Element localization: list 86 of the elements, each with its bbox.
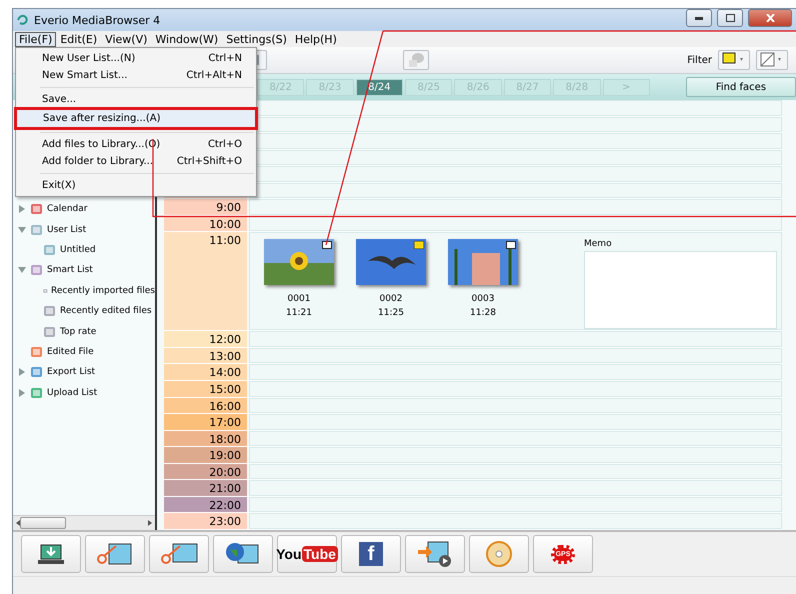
- hour-label: 15:00: [164, 381, 247, 397]
- hour-label: 13:00: [164, 348, 247, 364]
- edit-video-button[interactable]: [85, 535, 145, 573]
- maximize-button[interactable]: [717, 9, 743, 27]
- slash-frame-icon: [760, 52, 784, 68]
- tree-item[interactable]: Recently imported files: [13, 280, 155, 301]
- shortcut-label: Ctrl+Alt+N: [186, 70, 242, 81]
- clip-time: 11:28: [470, 307, 496, 320]
- tree-item[interactable]: Top rate: [13, 321, 155, 342]
- hour-label: 14:00: [164, 364, 247, 380]
- close-icon: [766, 14, 774, 22]
- hour-label: 22:00: [164, 496, 247, 512]
- menu-entry[interactable]: Save after resizing...(A): [17, 110, 255, 127]
- photo-thumbnail[interactable]: [448, 239, 518, 286]
- hour-label: 19:00: [164, 447, 247, 463]
- menu-item[interactable]: File(F): [15, 32, 56, 46]
- collapsed-arrow-icon[interactable]: [18, 205, 26, 214]
- clip-time: 11:21: [286, 307, 312, 320]
- import-button[interactable]: [21, 535, 81, 573]
- disc-icon: [485, 540, 513, 568]
- date-tab[interactable]: 8/24: [356, 78, 404, 96]
- hour-label: 11:00: [164, 232, 247, 330]
- hour-label: 9:00: [164, 199, 247, 215]
- tree-item[interactable]: Export List: [13, 362, 155, 383]
- facebook-button[interactable]: f: [341, 535, 401, 573]
- trim-button[interactable]: [149, 535, 209, 573]
- clip-number: 0002: [380, 293, 402, 306]
- shortcut-label: Ctrl+N: [208, 53, 242, 64]
- menu-item[interactable]: View(V): [101, 32, 152, 46]
- maximize-icon: [726, 14, 734, 22]
- hour-label: 17:00: [164, 414, 247, 430]
- scissors-screen-icon: [159, 541, 199, 567]
- memo-label: Memo: [584, 239, 613, 250]
- menu-entry[interactable]: New Smart List... Ctrl+Alt+N: [16, 67, 256, 84]
- shortcut-label: Ctrl+Shift+O: [176, 156, 242, 167]
- facebook-logo: f: [359, 542, 383, 566]
- tree-item[interactable]: Edited File: [13, 342, 155, 362]
- tree-item[interactable]: Upload List: [13, 382, 155, 403]
- tree-item[interactable]: Recently edited files: [13, 300, 155, 322]
- hour-label: 12:00: [164, 331, 247, 347]
- hour-label: 18:00: [164, 430, 247, 446]
- shortcut-label: Ctrl+O: [208, 139, 242, 150]
- menu-entry[interactable]: Add folder to Library... Ctrl+Shift+O: [16, 153, 256, 170]
- collapsed-arrow-icon[interactable]: [18, 368, 26, 376]
- menu-item[interactable]: Edit(E): [56, 32, 102, 46]
- menu-item[interactable]: Help(H): [290, 32, 341, 46]
- tree-item[interactable]: User List: [13, 219, 155, 240]
- collapsed-arrow-icon[interactable]: [18, 388, 26, 397]
- clip-number: 0001: [288, 293, 310, 306]
- find-faces-button[interactable]: Find faces: [686, 77, 796, 97]
- app-logo-icon: [17, 14, 29, 26]
- tree-item[interactable]: Smart List: [13, 260, 155, 281]
- scroll-right-icon[interactable]: [148, 520, 152, 526]
- menu-entry[interactable]: Exit(X): [16, 177, 256, 194]
- close-button[interactable]: [748, 9, 792, 27]
- hour-label: 23:00: [164, 513, 247, 529]
- menu-item[interactable]: Window(W): [151, 32, 222, 46]
- menu-item[interactable]: Settings(S): [222, 32, 291, 46]
- hour-label: 20:00: [164, 464, 247, 480]
- photo-thumbnail[interactable]: [264, 239, 334, 286]
- photo-badge-icon: [322, 241, 332, 250]
- tree-item[interactable]: Untitled: [13, 240, 155, 260]
- minimize-icon: [695, 16, 703, 20]
- photo-badge-icon: [506, 241, 516, 250]
- expanded-arrow-icon[interactable]: [18, 226, 26, 234]
- info-balloon-icon: [407, 52, 425, 68]
- hour-label: 21:00: [164, 480, 247, 496]
- horizontal-scrollbar[interactable]: [13, 515, 155, 530]
- youtube-button[interactable]: YouTube: [277, 535, 337, 573]
- filter-dropdown[interactable]: [718, 50, 750, 70]
- hour-label: 16:00: [164, 398, 247, 414]
- tree-item[interactable]: Calendar: [13, 199, 155, 220]
- clip-number: 0003: [472, 293, 494, 306]
- minimize-button[interactable]: [686, 9, 712, 27]
- youtube-logo: YouTube: [276, 546, 338, 562]
- menu-entry[interactable]: Save...: [16, 91, 256, 108]
- menu-entry[interactable]: New User List...(N) Ctrl+N: [16, 50, 256, 67]
- clip-time: 11:25: [378, 307, 404, 320]
- window-title: Everio MediaBrowser 4: [34, 14, 162, 26]
- expanded-arrow-icon[interactable]: [18, 266, 26, 274]
- photo-thumbnail[interactable]: [356, 239, 426, 286]
- export-button[interactable]: [405, 535, 465, 573]
- memo-field[interactable]: [584, 251, 777, 330]
- film-badge-icon: [414, 241, 424, 250]
- web-button[interactable]: [213, 535, 273, 573]
- filter-label: Filter: [687, 54, 712, 66]
